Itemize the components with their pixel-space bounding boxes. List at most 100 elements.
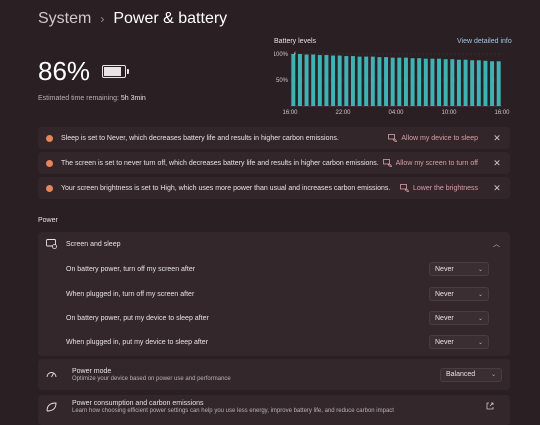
battery-summary: 86% Estimated time remaining: 5h 3min xyxy=(38,56,146,102)
battery-bar xyxy=(311,54,316,106)
warning-dot-icon xyxy=(46,184,53,192)
external-link-icon xyxy=(486,402,494,410)
dropdown-value: Never xyxy=(435,338,454,346)
battery-bar xyxy=(450,59,455,106)
power-mode-title: Power mode xyxy=(72,367,112,375)
screen-and-sleep-card: Screen and sleep ︿ On battery power, tur… xyxy=(38,232,510,356)
setting-row: On battery power, put my device to sleep… xyxy=(38,306,510,330)
breadcrumb-system[interactable]: System xyxy=(38,10,91,28)
dropdown-value: Never xyxy=(435,314,454,322)
close-icon[interactable]: ✕ xyxy=(490,133,504,144)
chevron-up-icon[interactable]: ︿ xyxy=(493,239,500,249)
close-icon[interactable]: ✕ xyxy=(490,158,504,169)
battery-bar xyxy=(344,56,349,106)
setting-row: When plugged in, turn off my screen afte… xyxy=(38,282,510,306)
close-icon[interactable]: ✕ xyxy=(490,183,504,194)
notice-text: The screen is set to never turn off, whi… xyxy=(61,159,379,167)
battery-bar xyxy=(350,56,355,106)
allow-sleep-action[interactable]: Allow my device to sleep xyxy=(388,134,478,142)
battery-bar xyxy=(370,56,375,106)
battery-bar xyxy=(443,59,448,106)
notice-sleep: Sleep is set to Never, which decreases b… xyxy=(38,127,510,149)
time-remaining-value: 5h 3min xyxy=(120,95,146,102)
setting-label: When plugged in, put my device to sleep … xyxy=(66,338,209,346)
battery-percentage: 86% xyxy=(38,56,91,86)
battery-bar xyxy=(390,57,395,106)
battery-bar xyxy=(317,55,322,106)
battery-bar xyxy=(430,58,435,106)
battery-bar xyxy=(470,60,475,106)
action-label: Allow my device to sleep xyxy=(401,134,478,142)
carbon-title: Power consumption and carbon emissions xyxy=(72,400,204,407)
lower-brightness-action[interactable]: Lower the brightness xyxy=(400,184,478,192)
setting-row: On battery power, turn off my screen aft… xyxy=(38,256,510,282)
setting-label: When plugged in, turn off my screen afte… xyxy=(66,290,195,298)
setting-label: On battery power, put my device to sleep… xyxy=(66,314,209,322)
chevron-down-icon: ⌄ xyxy=(477,315,483,322)
dropdown-value: Never xyxy=(435,290,454,298)
battery-bar xyxy=(403,57,408,106)
setting-label: On battery power, turn off my screen aft… xyxy=(66,265,196,273)
battery-bar xyxy=(291,54,296,106)
screen-and-sleep-header[interactable]: Screen and sleep ︿ xyxy=(38,232,510,256)
battery-chart-title: Battery levels xyxy=(274,38,317,45)
page-title: Power & battery xyxy=(113,10,228,27)
battery-bar xyxy=(463,59,468,106)
battery-bar xyxy=(437,58,442,106)
power-mode-subtitle: Optimize your device based on power use … xyxy=(72,375,231,382)
x-tick-label: 04:00 xyxy=(388,110,404,116)
breadcrumb-separator: › xyxy=(100,12,105,26)
power-mode-dropdown[interactable]: Balanced ⌄ xyxy=(440,367,502,382)
power-mode-icon xyxy=(46,371,57,377)
battery-bar xyxy=(324,55,329,106)
chevron-down-icon: ⌄ xyxy=(477,339,483,346)
carbon-text: Power consumption and carbon emissions L… xyxy=(72,400,486,414)
power-mode-card: Power mode Optimize your device based on… xyxy=(38,359,510,390)
warning-dot-icon xyxy=(46,134,53,142)
time-remaining: Estimated time remaining: 5h 3min xyxy=(38,95,146,102)
action-label: Allow my screen to turn off xyxy=(395,159,478,167)
carbon-subtitle: Learn how choosing efficient power setti… xyxy=(72,408,394,414)
leaf-icon xyxy=(400,184,410,192)
allow-screen-off-action[interactable]: Allow my screen to turn off xyxy=(382,159,478,167)
chevron-down-icon: ⌄ xyxy=(477,291,483,298)
y-tick-label: 50% xyxy=(276,78,289,84)
setting-row: When plugged in, put my device to sleep … xyxy=(38,330,510,354)
time-remaining-label: Estimated time remaining: xyxy=(38,95,119,102)
leaf-icon xyxy=(388,134,398,142)
view-detailed-info-link[interactable]: View detailed info xyxy=(457,38,512,45)
battery-levels-chart[interactable]: 100% 50% ⚡ 16:00 22:00 04:00 10:00 16:00 xyxy=(274,48,510,118)
battery-bar xyxy=(417,58,422,106)
dropdown-value: Never xyxy=(435,265,454,273)
screen-and-sleep-title: Screen and sleep xyxy=(66,240,121,248)
battery-bar xyxy=(304,54,309,106)
battery-bar xyxy=(456,59,461,106)
battery-bar xyxy=(483,60,488,106)
x-tick-label: 10:00 xyxy=(441,110,457,116)
battery-bar xyxy=(384,57,389,106)
battery-sleep-dropdown[interactable]: Never ⌄ xyxy=(429,311,489,325)
plugged-screen-off-dropdown[interactable]: Never ⌄ xyxy=(429,287,489,301)
battery-bar xyxy=(364,56,369,106)
battery-bar xyxy=(476,60,481,106)
chevron-down-icon: ⌄ xyxy=(477,266,483,273)
notice-text: Your screen brightness is set to High, w… xyxy=(61,184,391,192)
battery-screen-off-dropdown[interactable]: Never ⌄ xyxy=(429,262,489,276)
chevron-down-icon: ⌄ xyxy=(490,372,496,378)
battery-bar xyxy=(397,57,402,106)
screen-sleep-icon xyxy=(46,239,57,249)
plugged-sleep-dropdown[interactable]: Never ⌄ xyxy=(429,335,489,349)
battery-icon xyxy=(102,65,130,78)
leaf-icon xyxy=(46,402,57,412)
battery-level-fill xyxy=(104,67,122,76)
breadcrumb: System › Power & battery xyxy=(38,10,227,28)
carbon-emissions-card[interactable]: Power consumption and carbon emissions L… xyxy=(38,395,510,425)
battery-bar xyxy=(490,61,495,106)
dropdown-value: Balanced xyxy=(446,371,476,378)
battery-bar xyxy=(377,57,382,106)
power-mode-text: Power mode Optimize your device based on… xyxy=(72,368,440,382)
notice-screen: The screen is set to never turn off, whi… xyxy=(38,152,510,174)
warning-dot-icon xyxy=(46,159,53,167)
action-label: Lower the brightness xyxy=(413,184,478,192)
power-section-label: Power xyxy=(38,217,58,224)
